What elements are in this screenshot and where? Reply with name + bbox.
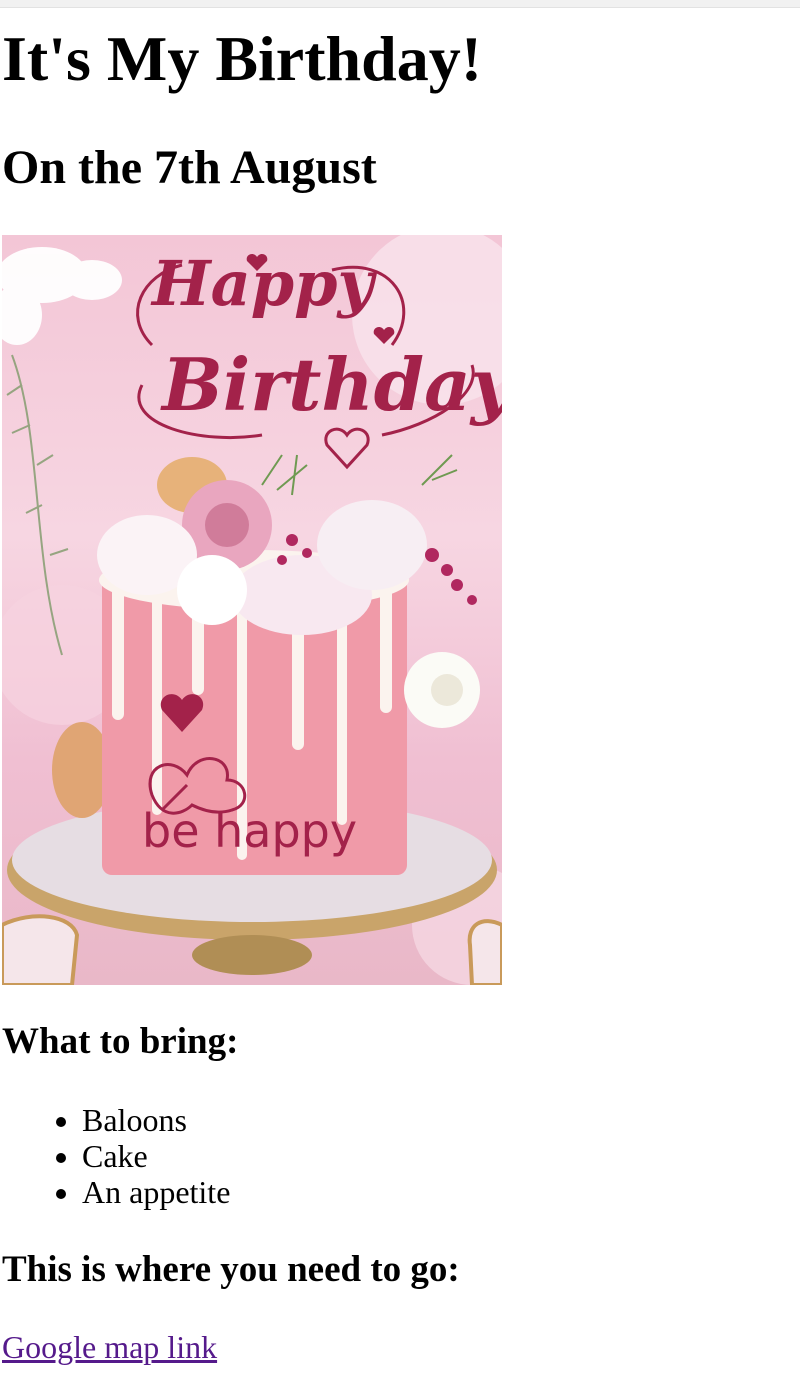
birthday-card-illustration: Happy Birthday be happy (2, 235, 502, 985)
glass-right (467, 919, 502, 985)
bring-list: Baloons Cake An appetite (0, 1102, 230, 1210)
birthday-card-image: Happy Birthday be happy (2, 235, 502, 985)
list-item: Baloons (82, 1102, 230, 1138)
glass-left (2, 914, 80, 985)
list-item: Cake (82, 1138, 230, 1174)
page-title: It's My Birthday! (2, 23, 482, 94)
browser-top-edge (0, 0, 800, 8)
heart-outline-icon (324, 427, 370, 470)
card-script-birthday: Birthday (160, 342, 502, 427)
cake-stand-base (192, 935, 312, 975)
list-item: An appetite (82, 1174, 230, 1210)
card-tagline: be happy (142, 804, 357, 858)
location-heading: This is where you need to go: (2, 1249, 460, 1290)
flower-top-left (2, 247, 122, 345)
bring-heading: What to bring: (2, 1021, 239, 1062)
google-map-link[interactable]: Google map link (2, 1327, 217, 1367)
page-subtitle: On the 7th August (2, 141, 377, 194)
